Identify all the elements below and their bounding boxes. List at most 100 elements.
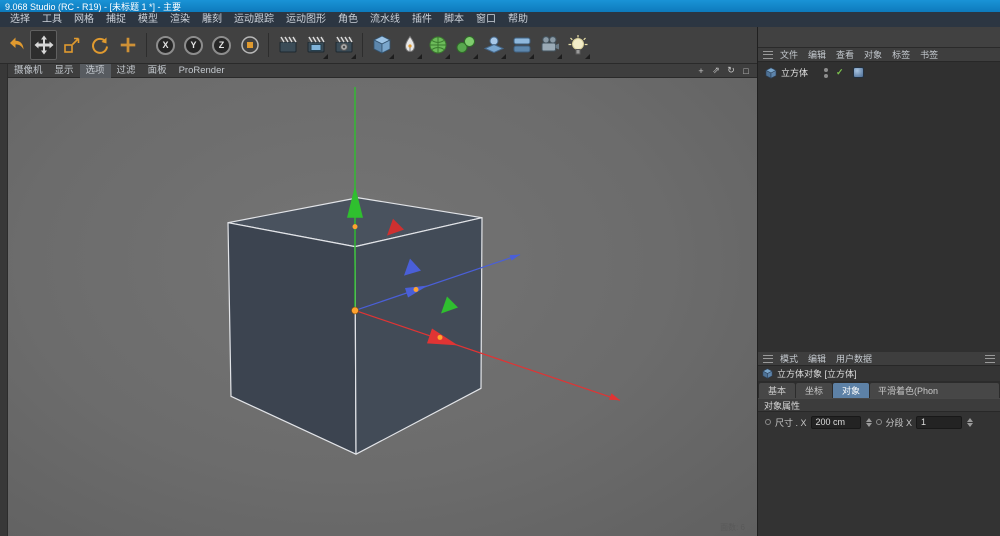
size-x-stepper[interactable] <box>866 418 872 427</box>
axis-x-lock-button[interactable]: X <box>152 30 179 60</box>
size-x-field[interactable]: 200 cm <box>811 416 861 429</box>
object-row-cube[interactable]: 立方体 ✓ <box>758 65 1000 80</box>
menubar-item-mesh[interactable]: 网格 <box>68 12 100 27</box>
viewport-menu-options[interactable]: 选项 <box>80 64 111 78</box>
toolbar-separator <box>268 33 269 57</box>
menubar-item-snap[interactable]: 捕捉 <box>100 12 132 27</box>
am-menu-user-data[interactable]: 用户数据 <box>831 352 877 365</box>
segments-x-stepper[interactable] <box>967 418 973 427</box>
attribute-manager-menubar: 模式 编辑 用户数据 <box>758 352 1000 366</box>
main-menubar: 选择 工具 网格 捕捉 模型 渲染 雕刻 运动跟踪 运动图形 角色 流水线 插件… <box>0 12 1000 27</box>
menubar-item-model[interactable]: 模型 <box>132 12 164 27</box>
add-light-button[interactable] <box>564 30 591 60</box>
last-tool-icon <box>118 35 138 55</box>
axis-y-lock-button[interactable]: Y <box>180 30 207 60</box>
rotate-view-icon[interactable]: ↻ <box>725 65 737 77</box>
tab-coordinates[interactable]: 坐标 <box>796 383 832 398</box>
coordinate-system-button[interactable] <box>236 30 263 60</box>
menubar-item-motion-tracker[interactable]: 运动跟踪 <box>228 12 280 27</box>
am-menu-edit[interactable]: 编辑 <box>803 352 831 365</box>
cube-right-face[interactable] <box>355 218 482 454</box>
menubar-item-render[interactable]: 渲染 <box>164 12 196 27</box>
panel-menu-icon[interactable] <box>763 355 773 363</box>
viewport-menu-filter[interactable]: 过滤 <box>111 64 142 78</box>
spinner-down-icon <box>866 423 872 427</box>
om-menu-objects[interactable]: 对象 <box>859 48 887 61</box>
segments-x-field[interactable]: 1 <box>916 416 962 429</box>
rotate-tool-button[interactable] <box>86 30 113 60</box>
am-menu-mode[interactable]: 模式 <box>775 352 803 365</box>
tab-basic[interactable]: 基本 <box>759 383 795 398</box>
viewport-menu-panel[interactable]: 面板 <box>142 64 173 78</box>
object-manager-tree[interactable]: 立方体 ✓ <box>758 62 1000 352</box>
visibility-dots[interactable] <box>824 68 828 78</box>
menubar-item-help[interactable]: 帮助 <box>502 12 534 27</box>
menubar-item-pipeline[interactable]: 流水线 <box>364 12 406 27</box>
gizmo-center-handle[interactable] <box>352 307 359 314</box>
spinner-down-icon <box>967 423 973 427</box>
perspective-viewport: 摄像机 显示 选项 过滤 面板 ProRender + ⇗ ↻ □ <box>8 64 757 536</box>
add-cube-button[interactable] <box>368 30 395 60</box>
keyframe-dot-icon[interactable] <box>876 419 882 425</box>
z-axis-arrowhead <box>510 255 521 261</box>
render-settings-button[interactable] <box>330 30 357 60</box>
add-floor-button[interactable] <box>480 30 507 60</box>
scale-tool-button[interactable] <box>58 30 85 60</box>
add-spline-button[interactable] <box>396 30 423 60</box>
om-menu-edit[interactable]: 编辑 <box>803 48 831 61</box>
axis-y-lock-icon: Y <box>184 36 203 55</box>
pan-view-icon[interactable]: + <box>695 65 707 77</box>
menubar-item-select[interactable]: 选择 <box>4 12 36 27</box>
axis-z-lock-button[interactable]: Z <box>208 30 235 60</box>
object-name[interactable]: 立方体 <box>781 66 808 79</box>
add-subdivision-surface-button[interactable] <box>424 30 451 60</box>
y-axis-modify-dot[interactable] <box>353 224 358 229</box>
maximize-view-icon[interactable]: □ <box>740 65 752 77</box>
object-enabled-check-icon[interactable]: ✓ <box>836 67 844 78</box>
panel-options-icon[interactable] <box>985 355 995 363</box>
menubar-item-window[interactable]: 窗口 <box>470 12 502 27</box>
object-properties-label: 对象属性 <box>764 399 800 412</box>
x-axis-arrowhead <box>609 393 620 400</box>
viewport-menu-cameras[interactable]: 摄像机 <box>8 64 49 78</box>
add-camera-button[interactable] <box>536 30 563 60</box>
panel-top-spacer <box>758 27 1000 48</box>
object-properties-row: 尺寸 . X 200 cm 分段 X 1 <box>758 412 1000 432</box>
undo-button[interactable] <box>2 30 29 60</box>
menubar-item-sculpt[interactable]: 雕刻 <box>196 12 228 27</box>
attribute-object-title: 立方体对象 [立方体] <box>777 367 857 380</box>
menubar-item-character[interactable]: 角色 <box>332 12 364 27</box>
menubar-item-script[interactable]: 脚本 <box>438 12 470 27</box>
render-view-button[interactable] <box>274 30 301 60</box>
om-menu-file[interactable]: 文件 <box>775 48 803 61</box>
window-titlebar[interactable]: 9.068 Studio (RC - R19) - [未标题 1 *] - 主要 <box>0 0 1000 12</box>
tab-object[interactable]: 对象 <box>833 383 869 398</box>
add-array-button[interactable] <box>452 30 479 60</box>
tab-phong[interactable]: 平滑着色(Phon <box>870 383 999 398</box>
keyframe-dot-icon[interactable] <box>765 419 771 425</box>
menubar-item-mograph[interactable]: 运动图形 <box>280 12 332 27</box>
primitive-cube-icon <box>371 34 393 56</box>
om-menu-view[interactable]: 查看 <box>831 48 859 61</box>
render-to-picture-viewer-button[interactable] <box>302 30 329 60</box>
size-x-label: 尺寸 . X <box>775 416 807 429</box>
add-sky-button[interactable] <box>508 30 535 60</box>
cube-left-face[interactable] <box>228 223 356 454</box>
menubar-item-plugins[interactable]: 插件 <box>406 12 438 27</box>
x-axis-modify-dot[interactable] <box>438 335 443 340</box>
viewport-menubar: 摄像机 显示 选项 过滤 面板 ProRender + ⇗ ↻ □ <box>8 64 757 78</box>
object-properties-header[interactable]: 对象属性 <box>758 398 1000 412</box>
move-tool-button[interactable] <box>30 30 57 60</box>
menubar-item-tools[interactable]: 工具 <box>36 12 68 27</box>
om-menu-tags[interactable]: 标签 <box>887 48 915 61</box>
om-menu-bookmarks[interactable]: 书签 <box>915 48 943 61</box>
viewport-menu-prorender[interactable]: ProRender <box>173 64 231 78</box>
last-tool-button[interactable] <box>114 30 141 60</box>
z-axis-modify-dot[interactable] <box>414 287 419 292</box>
viewport-canvas[interactable]: 面数: 6 <box>8 78 757 536</box>
right-panel-column: 文件 编辑 查看 对象 标签 书签 立方体 ✓ <box>757 27 1000 536</box>
phong-tag-icon[interactable] <box>853 67 864 78</box>
zoom-view-icon[interactable]: ⇗ <box>710 65 722 77</box>
panel-menu-icon[interactable] <box>763 51 773 59</box>
viewport-menu-display[interactable]: 显示 <box>49 64 80 78</box>
